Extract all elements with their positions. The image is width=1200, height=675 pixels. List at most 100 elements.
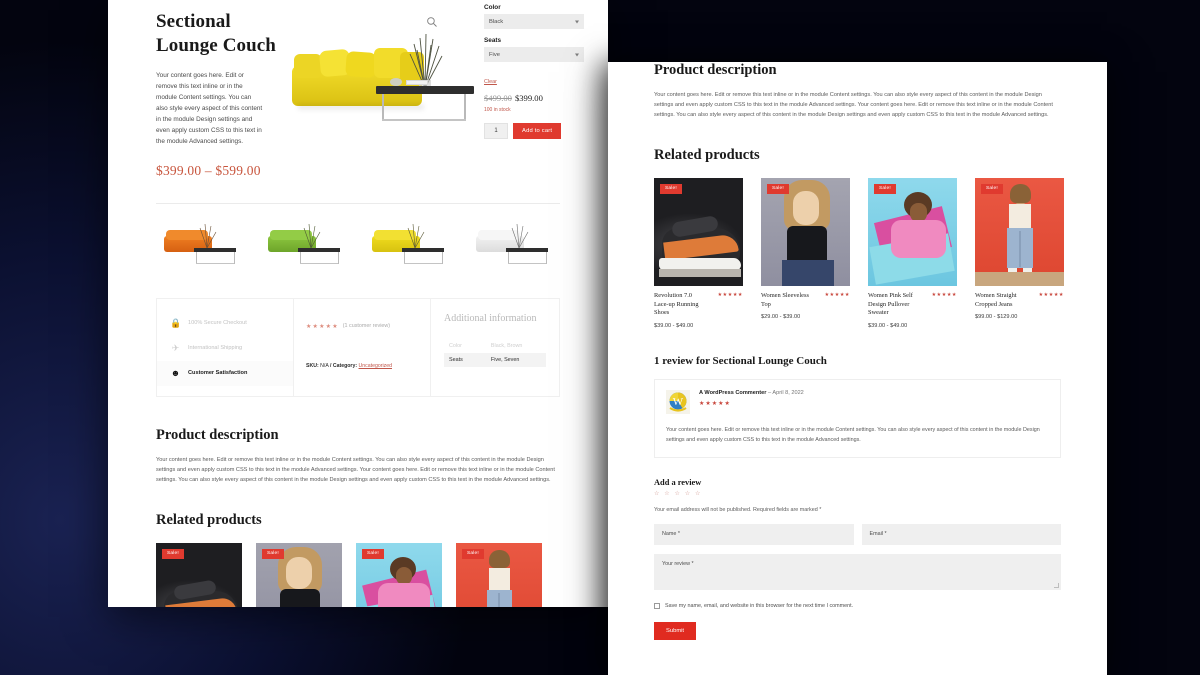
sale-badge: Sale! bbox=[362, 548, 384, 559]
related-product-card: Sale! Revolution 7.0 Lace-up Running Sho… bbox=[156, 542, 242, 607]
product-thumbnail-gallery bbox=[156, 204, 560, 292]
product-price-range: $399.00 – $599.00 bbox=[156, 162, 261, 178]
lock-icon: 🔒 bbox=[170, 317, 182, 328]
attribute-key: Color bbox=[449, 343, 462, 350]
woman-cropped-jeans-photo[interactable]: Sale! bbox=[456, 542, 542, 607]
sale-badge: Sale! bbox=[767, 183, 789, 194]
name-field[interactable]: Name * bbox=[654, 523, 854, 545]
review-date: April 8, 2022 bbox=[772, 389, 804, 396]
table-row: Color Black, Brown bbox=[444, 339, 546, 353]
related-product-name[interactable]: Women Pink Self Design Pullover Sweater bbox=[868, 292, 920, 318]
review-item: W A WordPress Commenter – April 8, 2022 … bbox=[654, 378, 1061, 458]
sale-badge: Sale! bbox=[462, 548, 484, 559]
additional-information-table: Color Black, Brown Seats Five, Seven bbox=[444, 339, 546, 368]
woman-sleeveless-top-photo[interactable]: Sale! bbox=[256, 542, 342, 607]
star-rating-icon: ★★★★★ bbox=[306, 322, 339, 330]
resize-handle-icon[interactable] bbox=[1054, 582, 1059, 588]
green-couch-thumbnail[interactable] bbox=[260, 220, 352, 272]
product-description-section: Product description Your content goes he… bbox=[654, 62, 1061, 121]
feature-customer-satisfaction[interactable]: ☻ Customer Satisfaction bbox=[157, 360, 293, 386]
product-description-section: Product description Your content goes he… bbox=[156, 427, 560, 486]
review-rating[interactable]: ★★★★★ (1 customer review) bbox=[306, 323, 390, 330]
woman-pink-sweater-photo[interactable]: Sale! bbox=[868, 177, 957, 286]
customer-review-count[interactable]: (1 customer review) bbox=[343, 323, 390, 329]
product-summary-column: Sectional Lounge Couch Your content goes… bbox=[156, 6, 276, 179]
orange-couch-thumbnail[interactable] bbox=[156, 220, 248, 272]
review-textarea-placeholder: Your review * bbox=[662, 560, 694, 567]
option-color-label: Color bbox=[484, 4, 501, 11]
feature-label: 100% Secure Checkout bbox=[188, 320, 247, 327]
wordpress-logo-avatar: W bbox=[666, 389, 690, 414]
related-product-name[interactable]: Revolution 7.0 Lace-up Running Shoes bbox=[654, 292, 706, 318]
seats-select[interactable]: Five bbox=[484, 47, 584, 62]
woman-pink-sweater-photo[interactable]: Sale! bbox=[356, 542, 442, 607]
feature-secure-checkout[interactable]: 🔒 100% Secure Checkout bbox=[170, 311, 293, 336]
related-product-card: Sale! Women Sleeveless Top ★★★★★ $29.00 … bbox=[761, 177, 850, 329]
woman-sleeveless-top-photo[interactable]: Sale! bbox=[761, 177, 850, 286]
additional-information-title: Additional information bbox=[444, 312, 537, 324]
additional-information-panel: Additional information Color Black, Brow… bbox=[431, 299, 559, 396]
review-textarea[interactable]: Your review * bbox=[654, 553, 1061, 590]
sale-badge: Sale! bbox=[262, 548, 284, 559]
related-product-price: $39.00 - $49.00 bbox=[868, 322, 908, 329]
svg-text:W: W bbox=[673, 396, 684, 408]
star-rating-icon: ★★★★★ bbox=[699, 400, 731, 407]
related-product-name[interactable]: Women Sleeveless Top bbox=[761, 292, 813, 309]
product-description-heading: Product description bbox=[654, 62, 777, 78]
trust-features-list: 🔒 100% Secure Checkout ✈ International S… bbox=[157, 299, 293, 396]
review-author-block: A WordPress Commenter – April 8, 2022 ★★… bbox=[699, 390, 804, 414]
product-description-body: Your content goes here. Edit or remove t… bbox=[156, 456, 555, 483]
color-select[interactable]: Black bbox=[484, 14, 584, 29]
option-seats: Seats Five bbox=[484, 37, 584, 62]
yellow-couch-thumbnail[interactable] bbox=[364, 220, 456, 272]
product-info-strip: 🔒 100% Secure Checkout ✈ International S… bbox=[156, 297, 560, 397]
star-rating-icon: ★★★★★ bbox=[1038, 291, 1064, 298]
category-link[interactable]: Uncategorized bbox=[359, 363, 392, 369]
save-details-checkbox[interactable] bbox=[654, 602, 660, 609]
rating-star-selector[interactable]: ☆ ☆ ☆ ☆ ☆ bbox=[654, 490, 1061, 497]
sale-badge: Sale! bbox=[660, 183, 682, 194]
related-product-name[interactable]: Women Straight Cropped Jeans bbox=[975, 292, 1027, 309]
running-shoe-photo[interactable]: Sale! bbox=[156, 542, 242, 607]
related-products-grid: Sale! Revolution 7.0 Lace-up Running Sho… bbox=[156, 542, 560, 607]
star-rating-icon: ★★★★★ bbox=[931, 291, 957, 298]
save-details-label: Save my name, email, and website in this… bbox=[665, 602, 854, 609]
related-products-heading: Related products bbox=[654, 146, 760, 163]
add-to-cart-button[interactable]: Add to cart bbox=[513, 123, 562, 139]
review-summary-panel: ★★★★★ (1 customer review) SKU: N/A / Cat… bbox=[293, 298, 431, 396]
related-product-price: $99.00 - $129.00 bbox=[975, 314, 1018, 321]
sale-badge: Sale! bbox=[874, 183, 896, 194]
running-shoe-photo[interactable]: Sale! bbox=[654, 177, 743, 286]
related-products-heading: Related products bbox=[156, 511, 262, 528]
related-product-card: Sale! Women Straight Cropped Jeans ★★★★★… bbox=[456, 542, 542, 607]
clear-options-link[interactable]: Clear bbox=[484, 79, 497, 85]
attribute-key: Seats bbox=[449, 357, 463, 364]
related-product-card: Sale! Women Pink Self Design Pullover Sw… bbox=[868, 177, 957, 329]
woman-cropped-jeans-photo[interactable]: Sale! bbox=[975, 177, 1064, 286]
option-seats-label: Seats bbox=[484, 37, 502, 44]
option-color: Color Black bbox=[484, 4, 584, 29]
quantity-input[interactable]: 1 bbox=[484, 123, 508, 139]
sku-label: SKU: bbox=[306, 362, 319, 369]
related-product-card: Sale! Revolution 7.0 Lace-up Running Sho… bbox=[654, 177, 743, 329]
product-description-heading: Product description bbox=[156, 426, 279, 443]
page-title: Sectional Lounge Couch bbox=[156, 11, 276, 57]
seats-select-value: Five bbox=[489, 51, 500, 58]
feature-label: Customer Satisfaction bbox=[188, 370, 248, 377]
chevron-down-icon bbox=[575, 53, 579, 56]
product-description-body: Your content goes here. Edit or remove t… bbox=[654, 92, 1053, 118]
price-sale: $399.00 bbox=[514, 93, 543, 103]
sale-badge: Sale! bbox=[162, 548, 184, 559]
related-product-price: $39.00 - $49.00 bbox=[654, 322, 694, 329]
color-select-value: Black bbox=[489, 18, 504, 25]
submit-review-button[interactable]: Submit bbox=[654, 621, 697, 640]
save-details-row: Save my name, email, and website in this… bbox=[654, 602, 1061, 609]
email-field[interactable]: Email * bbox=[861, 523, 1061, 545]
add-to-cart-row: 1 Add to cart bbox=[484, 123, 584, 139]
review-author-line: A WordPress Commenter – April 8, 2022 bbox=[699, 390, 804, 396]
white-couch-thumbnail[interactable] bbox=[468, 220, 560, 272]
product-options-panel: Color Black Seats Five Clear $499.00 $399… bbox=[484, 4, 584, 139]
reviews-heading: 1 review for Sectional Lounge Couch bbox=[654, 354, 827, 367]
feature-international-shipping[interactable]: ✈ International Shipping bbox=[170, 336, 293, 361]
product-page-screenshot-left: Sectional Lounge Couch Your content goes… bbox=[108, 0, 608, 607]
